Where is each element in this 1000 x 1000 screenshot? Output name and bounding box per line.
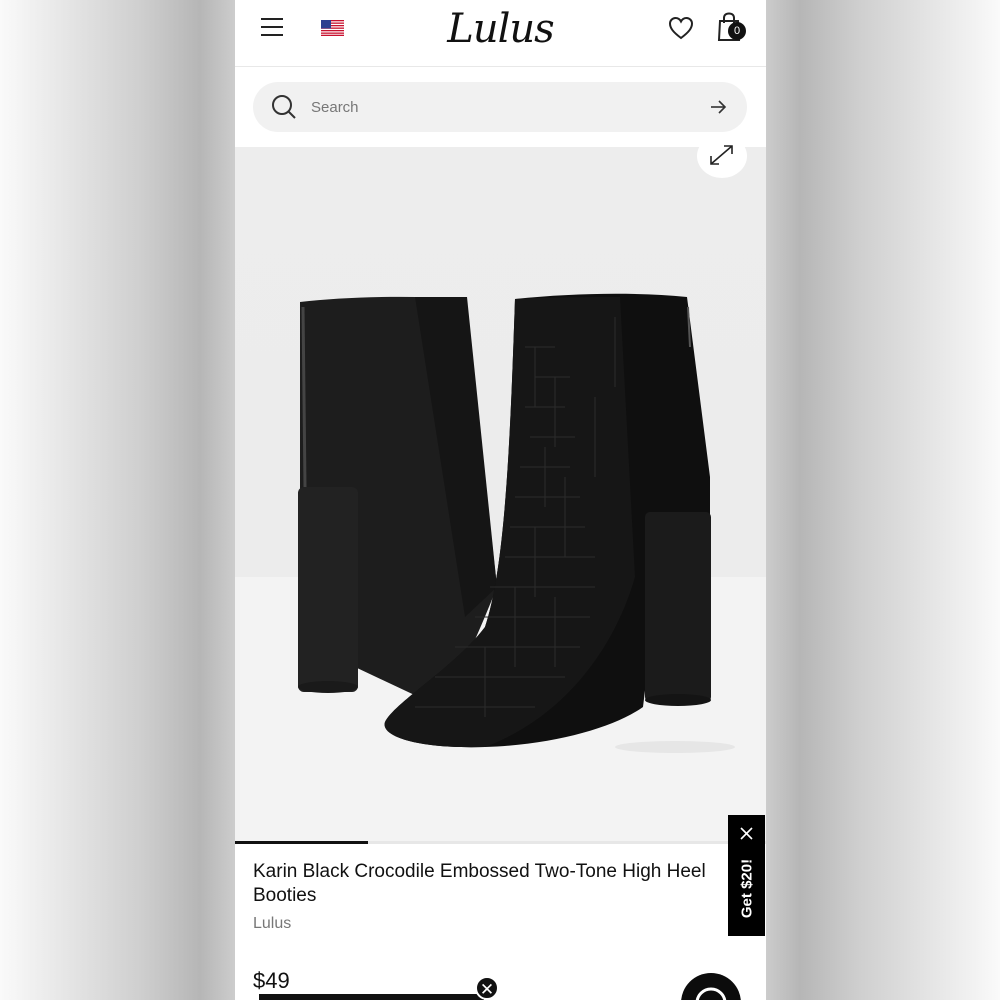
cart-count-badge: 0 (728, 22, 746, 40)
close-icon[interactable]: ✕ (475, 976, 499, 1000)
close-icon[interactable] (738, 825, 755, 842)
search-icon (272, 95, 296, 119)
get-20-label[interactable]: Get $20! (739, 848, 756, 930)
search-input[interactable] (311, 92, 691, 122)
site-header: Lulus 0 (235, 0, 766, 67)
chat-button[interactable] (681, 973, 741, 1000)
product-title-line-1: Karin Black Crocodile Embossed Two-Tone … (253, 861, 706, 882)
gallery-progress-fill (235, 841, 368, 844)
mobile-viewport: Lulus 0 Search Karin Black Crocodile Emb… (235, 0, 766, 1000)
product-title: Karin Black Crocodile Embossed Two-Tone … (253, 860, 753, 908)
product-brand[interactable]: Lulus (253, 915, 291, 933)
get-20-promo-tab[interactable]: Get $20! (728, 815, 765, 936)
product-image[interactable] (235, 147, 766, 843)
chat-icon (695, 987, 727, 1000)
boots-illustration (235, 293, 766, 843)
heart-icon[interactable] (668, 16, 694, 40)
search-bar[interactable] (253, 82, 747, 132)
arrow-right-icon[interactable] (709, 98, 727, 116)
product-title-line-2: Booties (253, 885, 317, 906)
expand-icon (710, 145, 733, 165)
gallery-progress-bar (235, 841, 766, 844)
expand-image-button[interactable] (697, 134, 747, 178)
promo-banner[interactable] (259, 994, 484, 1000)
product-price: $49 (253, 968, 290, 993)
